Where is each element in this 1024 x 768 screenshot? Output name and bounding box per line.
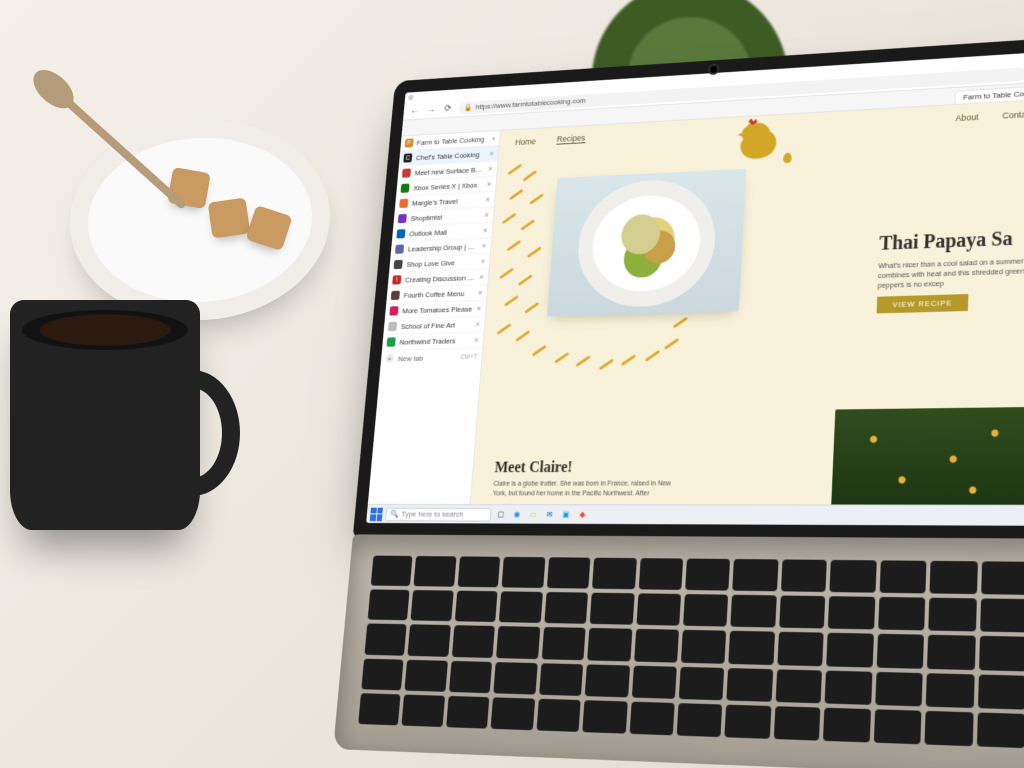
favicon-icon [391, 291, 400, 300]
favicon-icon [386, 337, 395, 346]
favicon-icon [402, 168, 411, 177]
collapse-vtabs-button[interactable]: ‹ [492, 134, 495, 142]
screen: ← → ⟳ 🔒 https://www.farmtotablecooking.c… [366, 51, 1024, 525]
laptop: ← → ⟳ 🔒 https://www.farmtotablecooking.c… [333, 37, 1024, 768]
close-tab-button[interactable]: × [474, 335, 479, 344]
tab-title: Farm to Table Cooking [963, 88, 1024, 101]
egg-icon [783, 152, 792, 163]
laptop-keyboard [333, 534, 1024, 768]
favicon-icon [398, 214, 407, 223]
featured-recipe: Thai Papaya Sa What's nicer than a cool … [877, 224, 1024, 314]
windows-taskbar: 🔍 Type here to search ▢ ◉ ▭ ✉ ▣ ◆ [366, 504, 1024, 526]
close-tab-button[interactable]: × [481, 241, 486, 250]
vertical-tab-label: Xbox Series X | Xbox [413, 181, 477, 192]
recipe-hero-image [547, 169, 746, 317]
chicken-icon [732, 117, 785, 166]
vertical-tab-label: Shop Love Give [406, 258, 455, 268]
vertical-tab-label: More Tomatoes Please [402, 304, 473, 314]
favicon-icon: ! [392, 275, 401, 284]
close-tab-button[interactable]: × [480, 257, 485, 266]
nav-recipes[interactable]: Recipes [556, 133, 585, 145]
featured-recipe-body: What's nicer than a cool salad on a summ… [877, 253, 1024, 291]
vertical-tab-label: Chef's Table Cooking [416, 150, 480, 161]
vertical-tab-label: Outlook Mail [409, 228, 447, 238]
author-bio: Meet Claire! Claire is a globe trotter. … [492, 459, 677, 499]
lock-icon: 🔒 [464, 103, 473, 111]
start-button[interactable] [370, 507, 383, 520]
vertical-tabs-header: Farm to Table Cooking [416, 134, 493, 146]
favicon-icon: C [403, 153, 412, 162]
author-bio-title: Meet Claire! [494, 459, 678, 477]
close-tab-button[interactable]: × [476, 304, 481, 313]
close-tab-button[interactable]: × [489, 149, 494, 158]
favicon-icon [396, 229, 405, 238]
new-tab-label: New tab [398, 354, 424, 363]
close-tab-button[interactable]: × [475, 319, 480, 328]
nav-home[interactable]: Home [515, 136, 536, 146]
close-tab-button[interactable]: × [486, 179, 491, 188]
favicon-icon [394, 260, 403, 269]
vertical-tab-label: Margie's Travel [412, 197, 458, 207]
page-content: Home Recipes About Contact [471, 99, 1024, 504]
author-photo [831, 407, 1024, 505]
taskbar-app-store[interactable]: ▣ [559, 508, 573, 522]
vertical-tab-label: Shoptimist [410, 213, 442, 222]
site-logo[interactable] [732, 117, 785, 166]
vertical-tab-label: Meet new Surface Book 3w 13.5" [414, 165, 484, 177]
search-icon: 🔍 [390, 510, 399, 519]
close-tab-button[interactable]: × [478, 288, 483, 297]
vertical-tab-label: Creating Discussion Guidelines [405, 273, 475, 284]
task-view-button[interactable]: ▢ [494, 507, 508, 521]
taskbar-search[interactable]: 🔍 Type here to search [385, 507, 491, 521]
favicon-icon [401, 184, 410, 193]
ambient-coffee-mug [10, 300, 200, 530]
ambient-sugar-cube [208, 198, 251, 239]
taskbar-search-placeholder: Type here to search [401, 510, 464, 519]
close-tab-button[interactable]: × [484, 210, 489, 219]
new-tab-button[interactable]: + New tab Ctrl+T [380, 348, 482, 367]
taskbar-app-generic[interactable]: ◆ [575, 508, 589, 522]
address-bar-url: https://www.farmtotablecooking.com [475, 96, 586, 111]
featured-recipe-title: Thai Papaya Sa [879, 224, 1024, 256]
taskbar-app-explorer[interactable]: ▭ [526, 508, 540, 522]
taskbar-app-edge[interactable]: ◉ [510, 507, 524, 521]
vertical-tab-label: Leadership Group | Microsoft [408, 242, 478, 253]
author-bio-body: Claire is a globe trotter. She was born … [492, 480, 676, 499]
close-tab-button[interactable]: × [488, 164, 493, 173]
close-tab-button[interactable]: × [483, 226, 488, 235]
nav-refresh-button[interactable]: ⟳ [442, 102, 455, 115]
view-recipe-button[interactable]: VIEW RECIPE [877, 294, 969, 313]
vertical-tab-label: Fourth Coffee Menu [403, 289, 464, 299]
plus-icon: + [385, 354, 394, 363]
nav-about[interactable]: About [955, 112, 978, 123]
nav-contact[interactable]: Contact [1002, 109, 1024, 120]
vertical-tab-label: School of Fine Art [401, 321, 456, 331]
new-tab-shortcut: Ctrl+T [460, 353, 477, 360]
close-tab-button[interactable]: × [485, 195, 490, 204]
favicon-icon: F [405, 138, 414, 147]
favicon-icon [388, 322, 397, 331]
nav-forward-button[interactable]: → [425, 103, 438, 116]
favicon-icon [395, 244, 404, 253]
favicon-icon [399, 199, 408, 208]
close-tab-button[interactable]: × [479, 272, 484, 281]
nav-back-button[interactable]: ← [408, 104, 421, 117]
favicon-icon [389, 306, 398, 315]
vertical-tab-label: Northwind Traders [399, 336, 456, 346]
taskbar-app-mail[interactable]: ✉ [543, 508, 557, 522]
